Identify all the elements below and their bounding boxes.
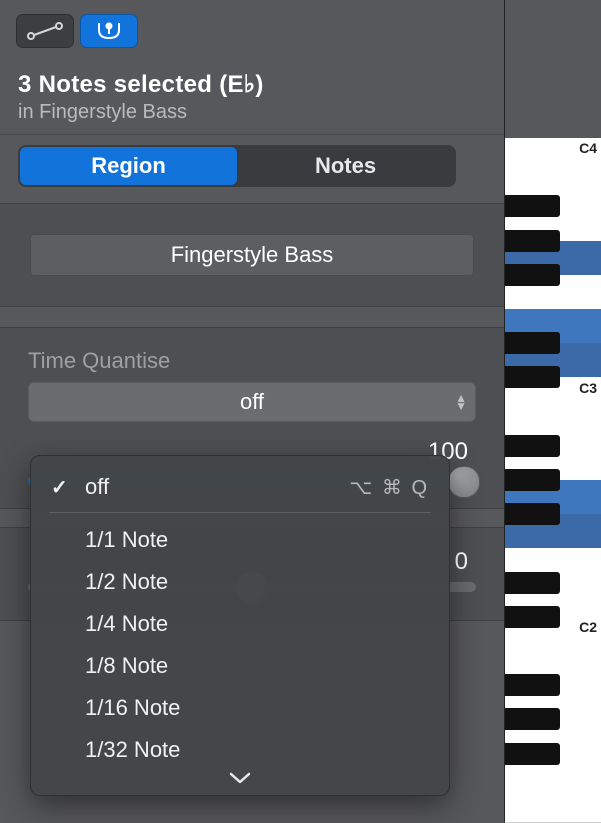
menu-item-1-8[interactable]: 1/8 Note xyxy=(31,645,449,687)
black-key-B3-flat[interactable] xyxy=(505,195,560,217)
midi-in-toggle-button[interactable] xyxy=(80,14,138,48)
menu-item-1-32[interactable]: 1/32 Note xyxy=(31,729,449,771)
midi-in-icon xyxy=(95,20,123,42)
menu-item-off[interactable]: ✓ off ⌥ ⌘ Q xyxy=(31,466,449,508)
black-key-E3-flat[interactable] xyxy=(505,332,560,354)
region-name-section: Fingerstyle Bass xyxy=(0,203,504,307)
octave-label-c4: C4 xyxy=(579,140,597,156)
menu-item-1-16[interactable]: 1/16 Note xyxy=(31,687,449,729)
mode-segmented-wrap: Region Notes xyxy=(0,135,504,203)
menu-more-indicator[interactable] xyxy=(31,771,449,789)
octave-label-c2: C2 xyxy=(579,619,597,635)
menu-item-1-2[interactable]: 1/2 Note xyxy=(31,561,449,603)
selection-subtitle: in Fingerstyle Bass xyxy=(18,101,486,124)
menu-label: 1/2 Note xyxy=(85,569,168,595)
menu-label: 1/16 Note xyxy=(85,695,180,721)
menu-item-1-4[interactable]: 1/4 Note xyxy=(31,603,449,645)
piano-ruler[interactable]: C4 C3 C2 xyxy=(504,0,601,822)
piano-keys-area[interactable] xyxy=(505,138,601,822)
menu-label: off xyxy=(85,474,109,500)
time-quantise-menu[interactable]: ✓ off ⌥ ⌘ Q 1/1 Note 1/2 Note 1/4 Note 1… xyxy=(30,455,450,796)
region-name-field[interactable]: Fingerstyle Bass xyxy=(30,234,474,276)
menu-shortcut: ⌥ ⌘ Q xyxy=(349,475,429,500)
menu-label: 1/4 Note xyxy=(85,611,168,637)
octave-label-c3: C3 xyxy=(579,380,597,396)
toolbar xyxy=(0,0,504,56)
tab-notes[interactable]: Notes xyxy=(237,147,454,185)
piano-header-mask xyxy=(505,0,601,139)
black-key-A1-flat[interactable] xyxy=(505,708,560,730)
menu-item-1-1[interactable]: 1/1 Note xyxy=(31,519,449,561)
black-key-G1-flat[interactable] xyxy=(505,743,560,765)
slider-knob[interactable] xyxy=(448,466,480,498)
dropdown-stepper-icon: ▲▼ xyxy=(455,394,465,410)
menu-divider xyxy=(49,512,431,513)
black-key-A2-flat[interactable] xyxy=(505,469,560,491)
black-key-B1-flat[interactable] xyxy=(505,674,560,696)
menu-label: 1/1 Note xyxy=(85,527,168,553)
time-quantise-label: Time Quantise xyxy=(28,348,476,374)
menu-label: 1/32 Note xyxy=(85,737,180,763)
selection-summary: 3 Notes selected (E♭) in Fingerstyle Bas… xyxy=(0,56,504,135)
black-key-B2-flat[interactable] xyxy=(505,435,560,457)
transpose-value: 0 xyxy=(455,548,468,576)
automation-toggle-button[interactable] xyxy=(16,14,74,48)
black-key-E2-flat[interactable] xyxy=(505,572,560,594)
black-key-A3-flat[interactable] xyxy=(505,230,560,252)
black-key-D3-flat[interactable] xyxy=(505,366,560,388)
time-quantise-dropdown[interactable]: off ▲▼ xyxy=(28,382,476,422)
chevron-down-icon xyxy=(229,771,251,785)
time-quantise-value: off xyxy=(240,389,264,415)
black-key-G3-flat[interactable] xyxy=(505,264,560,286)
black-key-G2-flat[interactable] xyxy=(505,503,560,525)
automation-icon xyxy=(27,22,63,40)
black-key-D2-flat[interactable] xyxy=(505,606,560,628)
tab-region[interactable]: Region xyxy=(20,147,237,185)
check-icon: ✓ xyxy=(51,475,68,500)
mode-segmented: Region Notes xyxy=(18,145,456,187)
menu-label: 1/8 Note xyxy=(85,653,168,679)
selection-title: 3 Notes selected (E♭) xyxy=(18,70,486,99)
white-key-E1[interactable] xyxy=(505,788,601,823)
